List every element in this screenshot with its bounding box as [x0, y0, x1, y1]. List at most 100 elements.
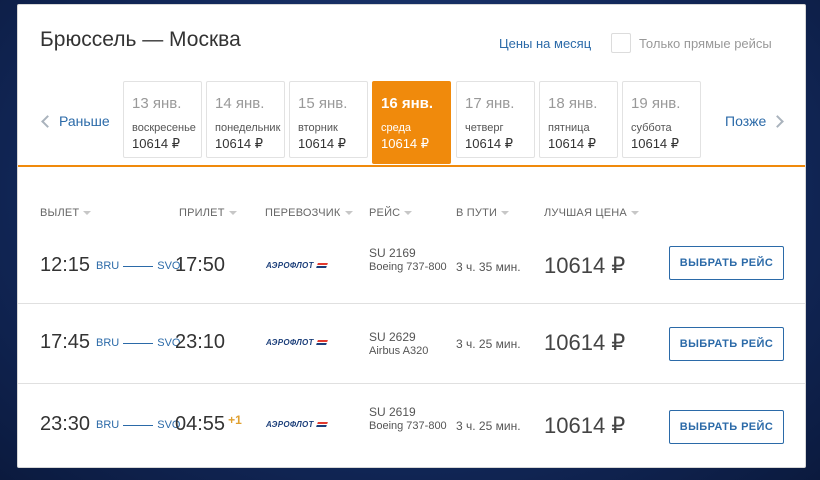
chevron-left-icon: [41, 114, 54, 128]
column-header-departure[interactable]: ВЫЛЕТ: [40, 207, 92, 219]
date-price: 10614 ₽: [215, 136, 264, 151]
page-title: Брюссель — Москва: [40, 28, 241, 51]
flight-duration: 3 ч. 35 мин.: [456, 260, 521, 274]
sort-caret-icon: [404, 211, 413, 215]
date-option[interactable]: 15 янв. вторник 10614 ₽: [289, 81, 368, 158]
date-label: 18 янв.: [548, 95, 598, 112]
arrival-time: 17:50: [175, 254, 228, 277]
later-label: Позже: [725, 113, 767, 129]
aeroflot-wing-icon: [315, 422, 328, 427]
arrival-time-value: 23:10: [175, 331, 226, 353]
carrier-name: АЭРОФЛОТ: [266, 338, 314, 347]
sort-caret-icon: [344, 211, 353, 215]
chevron-right-icon: [771, 114, 785, 128]
column-header-label: ПЕРЕВОЗЧИК: [265, 207, 341, 219]
date-price: 10614 ₽: [631, 136, 680, 151]
sort-caret-icon: [228, 211, 237, 215]
arrival-time: 23:10: [175, 331, 228, 354]
date-option[interactable]: 14 янв. понедельник 10614 ₽: [206, 81, 285, 158]
aircraft-type: Airbus A320: [369, 345, 429, 357]
date-price: 10614 ₽: [381, 136, 430, 151]
carrier-name: АЭРОФЛОТ: [266, 420, 314, 429]
date-label: 16 янв.: [381, 95, 434, 112]
column-header-label: ЛУЧШАЯ ЦЕНА: [544, 207, 627, 219]
date-option[interactable]: 17 янв. четверг 10614 ₽: [456, 81, 535, 158]
sort-caret-icon: [83, 211, 92, 215]
direct-only-label[interactable]: Только прямые рейсы: [639, 36, 772, 51]
later-dates-button[interactable]: Позже: [725, 113, 785, 129]
sort-caret-icon: [501, 211, 510, 215]
select-flight-button[interactable]: ВЫБРАТЬ РЕЙС: [669, 410, 784, 444]
arrival-time: 04:55 +1: [175, 413, 242, 436]
month-prices-link[interactable]: Цены на месяц: [499, 36, 591, 51]
column-header-label: РЕЙС: [369, 207, 401, 219]
column-header-best-price[interactable]: ЛУЧШАЯ ЦЕНА: [544, 207, 639, 219]
date-label: 19 янв.: [631, 95, 681, 112]
weekday-label: воскресенье: [132, 122, 196, 134]
date-label: 17 янв.: [465, 95, 515, 112]
aeroflot-logo: АЭРОФЛОТ: [266, 261, 328, 270]
flight-row: 17:45 BRU SVO 23:10 АЭРОФЛОТ SU 2629 Airb…: [18, 304, 805, 384]
departure-time: 17:45: [40, 331, 91, 353]
aeroflot-logo: АЭРОФЛОТ: [266, 420, 328, 429]
earlier-label: Раньше: [59, 113, 110, 129]
select-flight-button[interactable]: ВЫБРАТЬ РЕЙС: [669, 246, 784, 280]
weekday-label: вторник: [298, 122, 338, 134]
date-label: 14 янв.: [215, 95, 265, 112]
weekday-label: пятница: [548, 122, 590, 134]
weekday-label: понедельник: [215, 122, 281, 134]
origin-code: BRU: [96, 260, 120, 272]
date-price: 10614 ₽: [465, 136, 514, 151]
route: BRU SVO: [96, 337, 180, 349]
flight-info: SU 2169 Boeing 737-800: [369, 246, 449, 274]
departure-time: 23:30: [40, 413, 91, 435]
date-option[interactable]: 19 янв. суббота 10614 ₽: [622, 81, 701, 158]
select-flight-button[interactable]: ВЫБРАТЬ РЕЙС: [669, 327, 784, 361]
origin-code: BRU: [96, 419, 120, 431]
flight-price: 10614 ₽: [544, 253, 626, 278]
weekday-label: среда: [381, 122, 412, 134]
flight-number: SU 2169: [369, 246, 416, 260]
column-header-duration[interactable]: В ПУТИ: [456, 207, 510, 219]
flight-duration: 3 ч. 25 мин.: [456, 337, 521, 351]
weekday-label: четверг: [465, 122, 504, 134]
column-header-flight[interactable]: РЕЙС: [369, 207, 413, 219]
next-day-badge: +1: [228, 413, 242, 427]
weekday-label: суббота: [631, 122, 672, 134]
date-price: 10614 ₽: [132, 136, 181, 151]
carrier-name: АЭРОФЛОТ: [266, 261, 314, 270]
flight-row: 12:15 BRU SVO 17:50 АЭРОФЛОТ SU 2169 Boei…: [18, 223, 805, 303]
aeroflot-logo: АЭРОФЛОТ: [266, 338, 328, 347]
route-line: [123, 424, 154, 426]
date-label: 13 янв.: [132, 95, 182, 112]
aircraft-type: Boeing 737-800: [369, 420, 447, 432]
date-price: 10614 ₽: [298, 136, 347, 151]
column-header-label: В ПУТИ: [456, 207, 498, 219]
flight-row: 23:30 BRU SVO 04:55 +1 АЭРОФЛОТ SU 2619 Bo…: [18, 384, 805, 464]
date-strip-divider: [18, 165, 805, 167]
origin-code: BRU: [96, 337, 120, 349]
sort-caret-icon: [630, 211, 639, 215]
column-header-arrival[interactable]: ПРИЛЕТ: [179, 207, 237, 219]
column-header-label: ВЫЛЕТ: [40, 207, 80, 219]
flight-price: 10614 ₽: [544, 413, 626, 438]
date-price: 10614 ₽: [548, 136, 597, 151]
route-line: [123, 342, 154, 344]
date-option[interactable]: 18 янв. пятница 10614 ₽: [539, 81, 618, 158]
departure-time: 12:15: [40, 254, 91, 276]
flight-number: SU 2619: [369, 405, 416, 419]
direct-only-filter[interactable]: Только прямые рейсы: [611, 33, 772, 53]
flight-price: 10614 ₽: [544, 330, 626, 355]
route: BRU SVO: [96, 419, 180, 431]
earlier-dates-button[interactable]: Раньше: [41, 113, 110, 129]
column-header-carrier[interactable]: ПЕРЕВОЗЧИК: [265, 207, 353, 219]
date-option[interactable]: 13 янв. воскресенье 10614 ₽: [123, 81, 202, 158]
aeroflot-wing-icon: [315, 263, 328, 268]
date-option-selected[interactable]: 16 янв. среда 10614 ₽: [372, 81, 451, 164]
flight-search-card: Брюссель — Москва Цены на месяц Только п…: [17, 4, 806, 468]
direct-only-checkbox[interactable]: [611, 33, 631, 53]
arrival-time-value: 04:55: [175, 413, 226, 435]
column-header-label: ПРИЛЕТ: [179, 207, 225, 219]
flight-duration: 3 ч. 25 мин.: [456, 419, 521, 433]
route: BRU SVO: [96, 260, 180, 272]
